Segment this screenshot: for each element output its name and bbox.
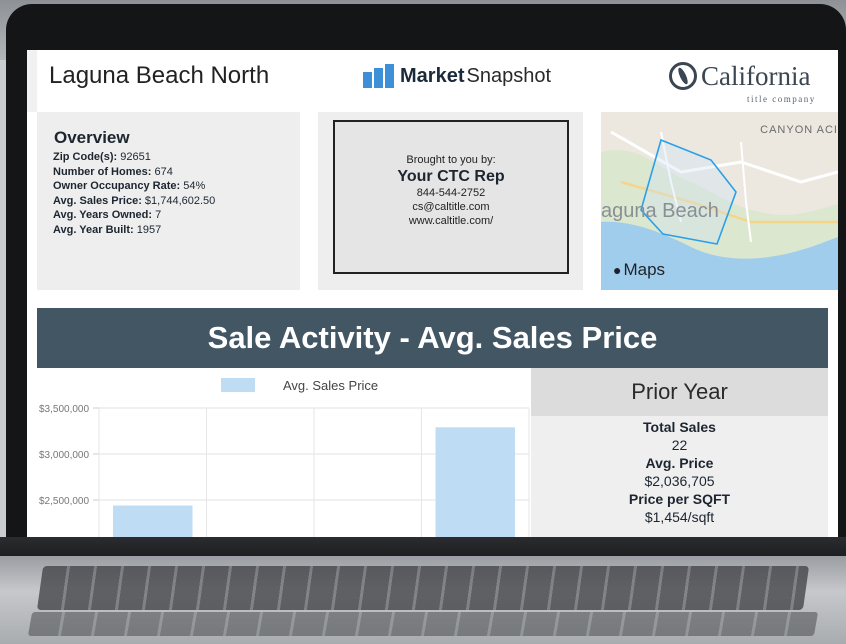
row-label: Number of Homes: — [53, 165, 152, 178]
laptop-screen: Laguna Beach North Market Snapshot Calif… — [27, 50, 838, 537]
bar-chart-icon — [363, 64, 394, 88]
bar — [435, 427, 515, 537]
row-label: Zip Code(s): — [53, 151, 118, 163]
map-corner-label: CANYON ACI — [760, 124, 838, 136]
map-area-label: aguna Beach — [601, 200, 719, 222]
contact-panel: Brought to you by: Your CTC Rep 844-544-… — [318, 112, 583, 290]
report-header: Laguna Beach North Market Snapshot Calif… — [27, 50, 838, 112]
keyboard-row — [36, 566, 810, 610]
keyboard-row — [27, 612, 819, 636]
row-value: $1,744,602.50 — [144, 194, 216, 207]
location-title: Laguna Beach North — [49, 62, 270, 89]
prior-year-panel: Prior Year Total Sales 22 Avg. Price $2,… — [531, 368, 828, 537]
header-edge — [27, 50, 37, 112]
area-map[interactable]: CANYON ACI aguna Beach ● Maps — [601, 112, 838, 290]
overview-row: Zip Code(s): 92651 — [53, 150, 215, 165]
chart-svg: Avg. Sales Price $3,500,000 $3,000,000 $2,5… — [39, 378, 530, 537]
rep-email[interactable]: cs@caltitle.com — [335, 200, 567, 214]
overview-row: Owner Occupancy Rate: 54% — [53, 179, 215, 194]
legend-label: Avg. Sales Price — [283, 378, 378, 393]
company-subtitle: title company — [747, 94, 816, 104]
row-value: 1957 — [136, 223, 162, 236]
row-value: 92651 — [120, 151, 151, 163]
overview-title: Overview — [54, 128, 130, 147]
stat-value: $2,036,705 — [644, 473, 715, 489]
row-label: Avg. Years Owned: — [53, 209, 153, 221]
maps-label: Maps — [623, 260, 666, 279]
brand-market: Market — [400, 64, 465, 87]
y-tick-label: $3,500,000 — [39, 404, 89, 415]
bar — [113, 505, 193, 537]
stat-value: $1,454/sqft — [644, 509, 715, 525]
company-name: California — [701, 61, 811, 91]
row-value: 54% — [183, 180, 206, 192]
company-emblem-icon — [669, 62, 697, 90]
overview-row: Number of Homes: 674 — [53, 165, 215, 180]
rep-name: Your CTC Rep — [397, 168, 505, 185]
overview-list: Zip Code(s): 92651 Number of Homes: 674 … — [53, 150, 215, 237]
row-label: Avg. Year Built: — [53, 223, 134, 236]
stat-label: Total Sales — [643, 419, 716, 435]
prior-year-stats: Total Sales 22 Avg. Price $2,036,705 Pri… — [531, 418, 828, 526]
prior-year-title: Prior Year — [531, 368, 828, 416]
brought-by-label: Brought to you by: — [406, 154, 496, 166]
california-title-logo: California — [669, 62, 810, 90]
legend-swatch — [221, 378, 255, 392]
stat-label: Price per SQFT — [628, 491, 731, 507]
y-tick-label: $3,000,000 — [39, 450, 89, 461]
apple-icon: ● — [613, 262, 622, 278]
row-value: 7 — [155, 209, 162, 221]
overview-row: Avg. Sales Price: $1,744,602.50 — [53, 194, 215, 209]
maps-attribution: ● Maps — [613, 260, 665, 280]
overview-row: Avg. Years Owned: 7 — [53, 208, 215, 223]
rep-phone[interactable]: 844-544-2752 — [335, 186, 567, 200]
overview-panel: Overview Zip Code(s): 92651 Number of Ho… — [37, 112, 300, 290]
stat-value: 22 — [671, 437, 688, 453]
section-title: Sale Activity - Avg. Sales Price — [207, 320, 658, 355]
row-label: Avg. Sales Price: — [53, 194, 142, 207]
brand-snapshot: Snapshot — [466, 64, 551, 87]
overview-row: Avg. Year Built: 1957 — [53, 223, 215, 238]
contact-card: Brought to you by: Your CTC Rep 844-544-… — [333, 120, 569, 274]
market-snapshot-logo: Market Snapshot — [363, 64, 551, 88]
row-value: 674 — [154, 165, 173, 178]
sales-price-chart: Avg. Sales Price $3,500,000 $3,000,000 $2,5… — [37, 368, 531, 537]
section-banner: Sale Activity - Avg. Sales Price — [37, 308, 828, 368]
row-label: Owner Occupancy Rate: — [53, 180, 181, 192]
rep-website[interactable]: www.caltitle.com/ — [335, 214, 567, 228]
y-tick-label: $2,500,000 — [39, 496, 89, 507]
stat-label: Avg. Price — [645, 455, 714, 471]
